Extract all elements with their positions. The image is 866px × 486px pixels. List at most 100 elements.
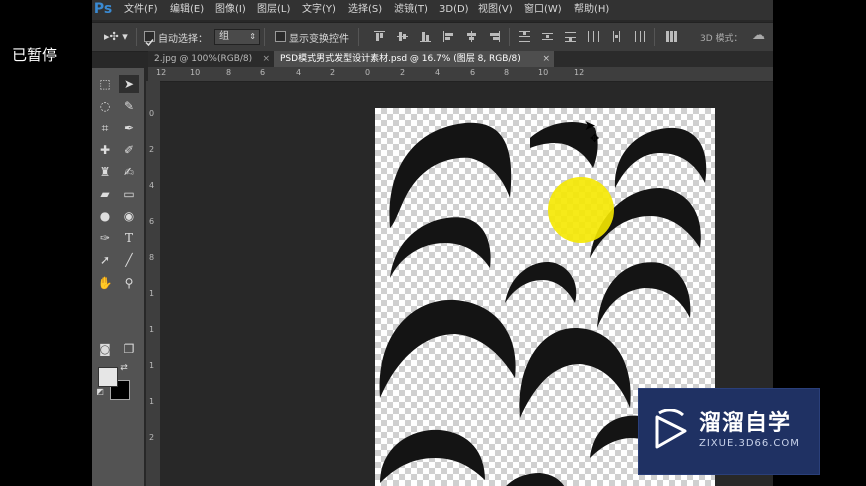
ruler-tick: 10: [538, 68, 549, 77]
brush-icon[interactable]: ✐: [119, 141, 139, 159]
dropdown-arrow-icon: ⇕: [249, 32, 256, 41]
menu-layer[interactable]: 图层(L): [257, 0, 290, 20]
lasso-icon[interactable]: ◌: [95, 97, 115, 115]
menu-3d[interactable]: 3D(D): [439, 0, 469, 20]
move-icon[interactable]: ➤: [119, 75, 139, 93]
type-icon[interactable]: T: [119, 229, 139, 247]
ruler-tick: 2: [149, 433, 155, 442]
tab-label: PSD模式男式发型设计素材.psd @ 16.7% (图层 8, RGB/8): [280, 54, 521, 64]
move-tool-preset-icon[interactable]: ▸✣ ▾: [104, 30, 128, 43]
menu-select[interactable]: 选择(S): [348, 0, 382, 20]
hairstyle-shape: [380, 429, 485, 483]
3d-orbit-icon[interactable]: ☁: [752, 28, 765, 43]
foreground-color-swatch[interactable]: [98, 367, 118, 387]
blur-icon[interactable]: ●: [95, 207, 115, 225]
cursor-highlight: [548, 177, 614, 243]
auto-select-dropdown[interactable]: 组 ⇕: [214, 29, 260, 45]
ruler-tick: 2: [149, 145, 155, 154]
ruler-tick: 2: [400, 68, 406, 77]
pen-icon[interactable]: ✑: [95, 229, 115, 247]
ruler-tick: 8: [149, 253, 155, 262]
watermark-logo: 溜溜自学 ZIXUE.3D66.COM: [638, 388, 820, 475]
align-top-icon[interactable]: [374, 31, 385, 42]
healing-brush-icon[interactable]: ✚: [95, 141, 115, 159]
auto-select-checkbox[interactable]: [144, 31, 155, 47]
watermark-subtitle: ZIXUE.3D66.COM: [699, 438, 800, 449]
ruler-tick: 1: [149, 325, 155, 334]
menu-image[interactable]: 图像(I): [215, 0, 246, 20]
ruler-tick: 8: [226, 68, 232, 77]
ruler-tick: 12: [156, 68, 167, 77]
ruler-tick: 6: [260, 68, 266, 77]
line-icon[interactable]: ╱: [119, 251, 139, 269]
document-tabs: 2.jpg @ 100%(RGB/8) × PSD模式男式发型设计素材.psd …: [148, 51, 773, 67]
hairstyle-shape: [389, 122, 512, 228]
options-bar: ▸✣ ▾ 自动选择： 组 ⇕ 显示变换控件 3D 模式： ☁: [92, 22, 773, 52]
auto-align-icon[interactable]: [666, 31, 677, 42]
swap-colors-icon[interactable]: ⇄: [118, 362, 130, 374]
menu-edit[interactable]: 编辑(E): [170, 0, 204, 20]
divider: [654, 28, 655, 46]
menu-view[interactable]: 视图(V): [478, 0, 513, 20]
hand-icon[interactable]: ✋: [95, 274, 115, 292]
menu-filter[interactable]: 滤镜(T): [394, 0, 428, 20]
crop-icon[interactable]: ⌗: [95, 119, 115, 137]
vertical-ruler: 0 2 4 6 8 1 1 1 1 2: [146, 81, 160, 486]
eyedropper-icon[interactable]: ✒: [119, 119, 139, 137]
ruler-tick: 1: [149, 361, 155, 370]
quick-select-icon[interactable]: ✎: [119, 97, 139, 115]
ruler-tick: 4: [435, 68, 441, 77]
hairstyle-shape: [519, 328, 631, 418]
close-icon[interactable]: ×: [542, 51, 550, 67]
menu-type[interactable]: 文字(Y): [302, 0, 336, 20]
distribute-top-icon[interactable]: [519, 31, 530, 42]
path-select-icon[interactable]: ➚: [95, 251, 115, 269]
dodge-icon[interactable]: ◉: [119, 207, 139, 225]
move-crosshair-icon: ✥: [590, 132, 600, 145]
tab-psd-hairstyle[interactable]: PSD模式男式发型设计素材.psd @ 16.7% (图层 8, RGB/8) …: [274, 51, 554, 67]
auto-select-value: 组: [219, 31, 229, 42]
distribute-right-icon[interactable]: [634, 31, 645, 42]
divider: [264, 28, 265, 46]
align-bottom-icon[interactable]: [420, 31, 431, 42]
divider: [509, 28, 510, 46]
hairstyle-shape: [506, 473, 565, 486]
ruler-tick: 10: [190, 68, 201, 77]
marquee-icon[interactable]: ⬚: [95, 75, 115, 93]
ruler-tick: 2: [330, 68, 336, 77]
distribute-hcenter-icon[interactable]: [611, 31, 622, 42]
clone-stamp-icon[interactable]: ♜: [95, 163, 115, 181]
history-brush-icon[interactable]: ✍: [119, 163, 139, 181]
ruler-tick: 1: [149, 289, 155, 298]
ruler-tick: 12: [574, 68, 585, 77]
menu-window[interactable]: 窗口(W): [524, 0, 562, 20]
align-right-icon[interactable]: [489, 31, 500, 42]
screen-mode-icon[interactable]: ❐: [119, 340, 139, 358]
close-icon[interactable]: ×: [262, 51, 270, 67]
default-colors-icon[interactable]: ◩: [94, 386, 106, 398]
ruler-tick: 4: [296, 68, 302, 77]
align-hcenter-icon[interactable]: [466, 31, 477, 42]
tab-2-jpg[interactable]: 2.jpg @ 100%(RGB/8) ×: [148, 51, 272, 67]
distribute-vcenter-icon[interactable]: [542, 31, 553, 42]
align-left-icon[interactable]: [443, 31, 454, 42]
gradient-icon[interactable]: ▭: [119, 185, 139, 203]
zoom-icon[interactable]: ⚲: [119, 274, 139, 292]
ruler-tick: 0: [149, 109, 155, 118]
distribute-left-icon[interactable]: [588, 31, 599, 42]
ruler-tick: 8: [504, 68, 510, 77]
auto-select-label: 自动选择：: [158, 34, 208, 45]
paused-label: 已暂停: [12, 46, 58, 64]
horizontal-ruler: 12 10 8 6 4 2 0 2 4 6 8 10 12: [148, 67, 773, 82]
quick-mask-icon[interactable]: ◙: [95, 340, 115, 358]
menu-help[interactable]: 帮助(H): [574, 0, 609, 20]
distribute-bottom-icon[interactable]: [565, 31, 576, 42]
play-logo-icon: [655, 409, 687, 449]
show-transform-checkbox[interactable]: [275, 31, 286, 42]
checkmark-icon: [145, 39, 154, 47]
hairstyle-shape: [505, 262, 577, 303]
align-vcenter-icon[interactable]: [397, 31, 408, 42]
eraser-icon[interactable]: ▰: [95, 185, 115, 203]
divider: [358, 28, 359, 46]
menu-file[interactable]: 文件(F): [124, 0, 158, 20]
